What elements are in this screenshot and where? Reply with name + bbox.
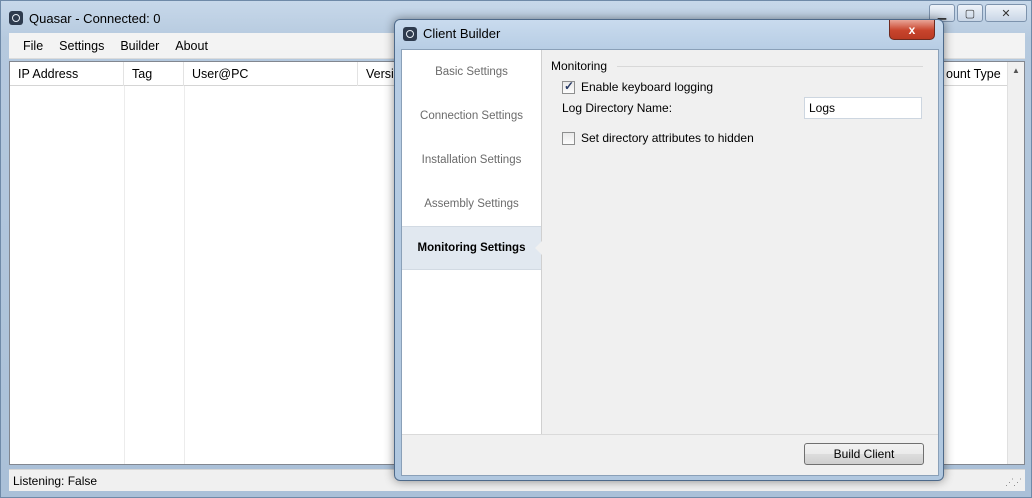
quasar-app-icon <box>403 26 417 41</box>
build-client-button[interactable]: Build Client <box>804 443 924 465</box>
column-account-type[interactable]: ount Type <box>938 62 1009 86</box>
dialog-close-button[interactable]: x <box>889 20 935 40</box>
dialog-body: Basic Settings Connection Settings Insta… <box>401 49 939 476</box>
list-scrollbar[interactable]: ▲ <box>1007 62 1024 464</box>
group-title: Monitoring <box>551 59 608 73</box>
hidden-attr-checkbox[interactable] <box>562 131 575 145</box>
menu-settings[interactable]: Settings <box>51 33 112 59</box>
quasar-app-icon <box>9 11 23 25</box>
enable-keylog-row[interactable]: Enable keyboard logging <box>562 79 713 94</box>
column-tag[interactable]: Tag <box>124 62 184 86</box>
column-divider <box>184 86 185 464</box>
dialog-title: Client Builder <box>423 26 501 41</box>
scroll-up-icon[interactable]: ▲ <box>1008 62 1024 79</box>
nav-assembly-settings[interactable]: Assembly Settings <box>402 182 541 226</box>
dialog-titlebar: Client Builder <box>403 26 500 41</box>
listening-status: Listening: False <box>13 473 98 488</box>
hidden-attr-row[interactable]: Set directory attributes to hidden <box>562 131 754 145</box>
settings-nav: Basic Settings Connection Settings Insta… <box>402 50 542 434</box>
menu-file[interactable]: File <box>15 33 51 59</box>
column-user-pc[interactable]: User@PC <box>184 62 358 86</box>
resize-grip-icon[interactable]: ⋰⋰ <box>1005 477 1022 488</box>
window-controls: ▁ ▢ ✕ <box>929 4 1027 22</box>
dialog-footer: Build Client <box>402 434 938 475</box>
menu-about[interactable]: About <box>167 33 216 59</box>
main-window-title: Quasar - Connected: 0 <box>29 10 161 26</box>
nav-basic-settings[interactable]: Basic Settings <box>402 50 541 94</box>
main-titlebar: Quasar - Connected: 0 <box>9 8 161 28</box>
menu-builder[interactable]: Builder <box>112 33 167 59</box>
nav-monitoring-settings[interactable]: Monitoring Settings <box>402 226 542 270</box>
enable-keylog-label[interactable]: Enable keyboard logging <box>581 80 713 94</box>
close-button[interactable]: ✕ <box>985 4 1027 22</box>
log-directory-input[interactable]: Logs <box>804 97 922 119</box>
column-divider <box>124 86 125 464</box>
monitoring-group-header: Monitoring <box>551 59 923 73</box>
nav-connection-settings[interactable]: Connection Settings <box>402 94 541 138</box>
nav-installation-settings[interactable]: Installation Settings <box>402 138 541 182</box>
enable-keylog-checkbox[interactable] <box>562 79 575 94</box>
monitoring-panel: Monitoring Enable keyboard logging Log D… <box>542 50 938 434</box>
hidden-attr-label[interactable]: Set directory attributes to hidden <box>581 131 754 145</box>
client-builder-dialog: Client Builder x Basic Settings Connecti… <box>394 19 944 481</box>
group-divider <box>617 65 923 67</box>
column-ip-address[interactable]: IP Address <box>10 62 124 86</box>
maximize-button[interactable]: ▢ <box>957 4 983 22</box>
log-directory-label: Log Directory Name: <box>562 101 673 115</box>
